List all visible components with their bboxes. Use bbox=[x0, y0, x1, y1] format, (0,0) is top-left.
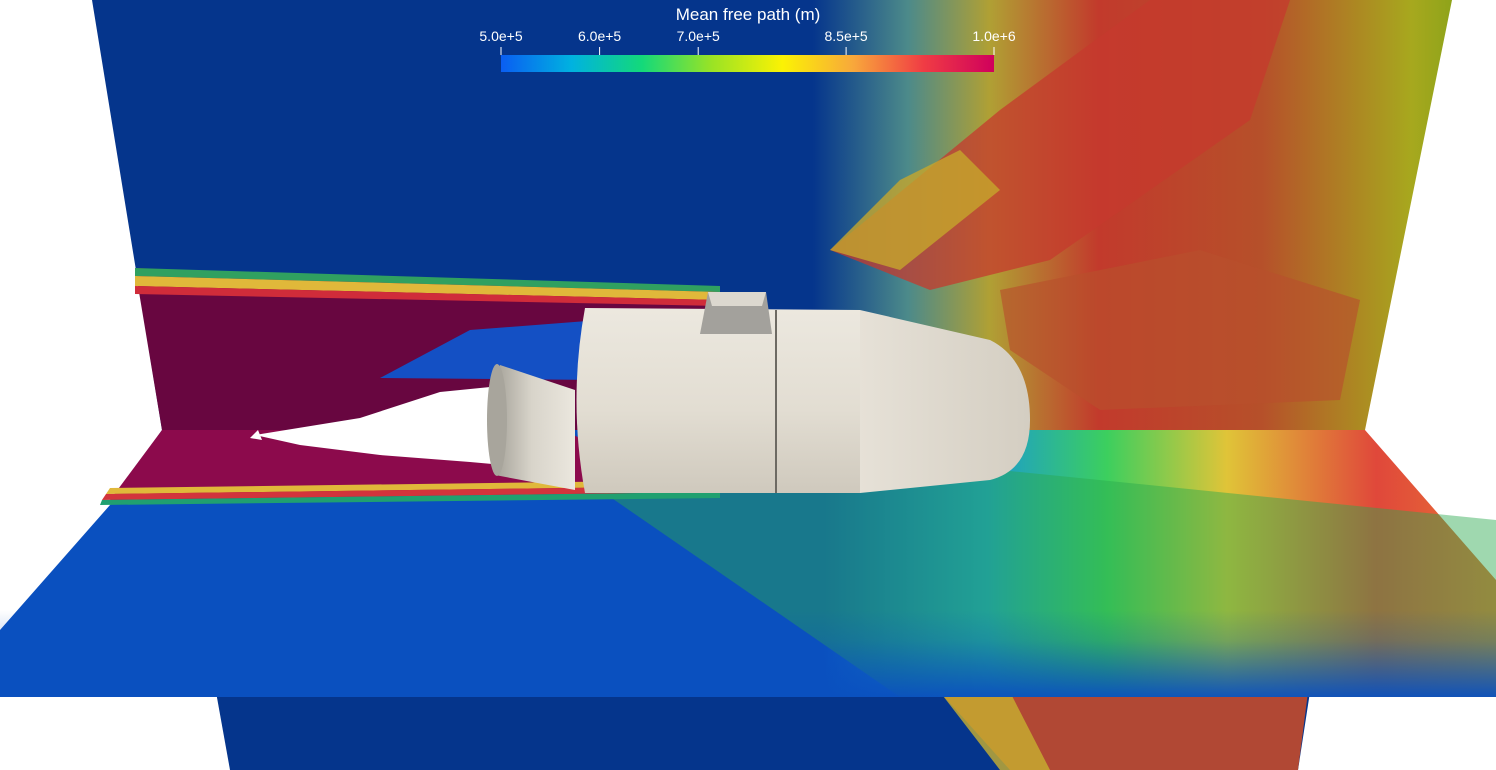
colorbar-title: Mean free path (m) bbox=[676, 5, 821, 24]
render-viewport[interactable]: Mean free path (m) 5.0e+5 6.0e+5 7.0e+5 8.5… bbox=[0, 0, 1496, 770]
colorbar-tick-label: 8.5e+5 bbox=[824, 28, 867, 44]
colorbar-tick-label: 5.0e+5 bbox=[479, 28, 522, 44]
colorbar-gradient-bar bbox=[501, 55, 994, 72]
main-body bbox=[576, 308, 860, 493]
colorbar-tick-label: 6.0e+5 bbox=[578, 28, 621, 44]
colorbar-tick-label: 1.0e+6 bbox=[972, 28, 1015, 44]
colorbar-tick-label: 7.0e+5 bbox=[677, 28, 720, 44]
lower-back-wall bbox=[216, 692, 1310, 770]
